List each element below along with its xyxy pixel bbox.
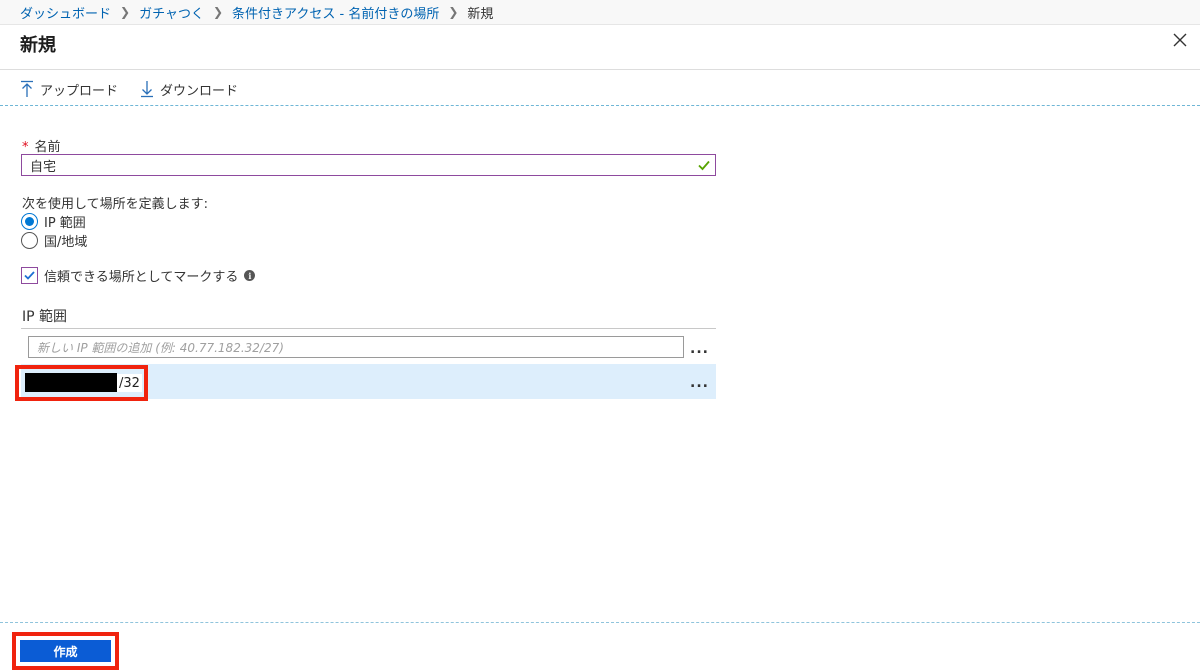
toolbar-divider bbox=[0, 105, 1200, 106]
ip-range-placeholder: 新しい IP 範囲の追加 (例: 40.77.182.32/27) bbox=[37, 340, 284, 355]
name-label-text: 名前 bbox=[34, 140, 61, 155]
breadcrumb-dashboard[interactable]: ダッシュボード bbox=[20, 3, 111, 22]
radio-ip-range[interactable]: IP 範囲 bbox=[21, 212, 86, 231]
header-divider bbox=[0, 69, 1200, 70]
define-location-label: 次を使用して場所を定義します: bbox=[22, 197, 208, 212]
name-input[interactable]: 自宅 bbox=[21, 154, 716, 176]
page-title: 新規 bbox=[20, 35, 56, 56]
section-divider bbox=[21, 328, 716, 329]
radio-ip-range-label: IP 範囲 bbox=[44, 216, 86, 231]
checkmark-icon bbox=[698, 160, 710, 171]
create-button[interactable]: 作成 bbox=[20, 640, 111, 662]
required-marker: * bbox=[22, 140, 29, 155]
download-label: ダウンロード bbox=[160, 83, 239, 99]
info-icon[interactable]: i bbox=[244, 270, 256, 281]
trusted-location-checkbox-row[interactable]: 信頼できる場所としてマークする i bbox=[21, 266, 256, 285]
toolbar: アップロード ダウンロード bbox=[20, 78, 260, 100]
download-icon bbox=[141, 81, 154, 98]
trusted-location-checkbox[interactable] bbox=[21, 267, 38, 284]
redacted-block bbox=[25, 373, 117, 392]
upload-label: アップロード bbox=[40, 83, 119, 99]
ip-range-input[interactable]: 新しい IP 範囲の追加 (例: 40.77.182.32/27) bbox=[28, 336, 684, 358]
breadcrumb-named-locations[interactable]: 条件付きアクセス - 名前付きの場所 bbox=[232, 3, 439, 22]
breadcrumb: ダッシュボード ❯ ガチャつく ❯ 条件付きアクセス - 名前付きの場所 ❯ 新… bbox=[0, 0, 1200, 25]
ip-input-more-button[interactable]: ... bbox=[690, 341, 709, 357]
trusted-location-label: 信頼できる場所としてマークする bbox=[44, 270, 239, 285]
name-label: * 名前 bbox=[22, 136, 61, 155]
chevron-right-icon: ❯ bbox=[448, 5, 459, 19]
close-icon[interactable] bbox=[1170, 30, 1190, 50]
ip-range-section-title: IP 範囲 bbox=[22, 309, 68, 325]
ip-row-more-button[interactable]: ... bbox=[690, 375, 709, 391]
footer-divider bbox=[0, 622, 1200, 623]
upload-button[interactable]: アップロード bbox=[20, 80, 118, 99]
download-button[interactable]: ダウンロード bbox=[140, 80, 238, 99]
breadcrumb-tenant[interactable]: ガチャつく bbox=[139, 3, 204, 22]
radio-button[interactable] bbox=[21, 232, 38, 249]
name-input-value: 自宅 bbox=[30, 159, 57, 175]
radio-button-selected[interactable] bbox=[21, 213, 38, 230]
ip-range-value: /32 bbox=[117, 374, 142, 392]
chevron-right-icon: ❯ bbox=[120, 5, 131, 19]
radio-country-region[interactable]: 国/地域 bbox=[21, 231, 87, 250]
upload-icon bbox=[21, 80, 33, 97]
breadcrumb-current: 新規 bbox=[467, 6, 494, 22]
chevron-right-icon: ❯ bbox=[212, 5, 224, 19]
checkmark-icon bbox=[24, 271, 35, 280]
radio-country-label: 国/地域 bbox=[44, 235, 88, 250]
